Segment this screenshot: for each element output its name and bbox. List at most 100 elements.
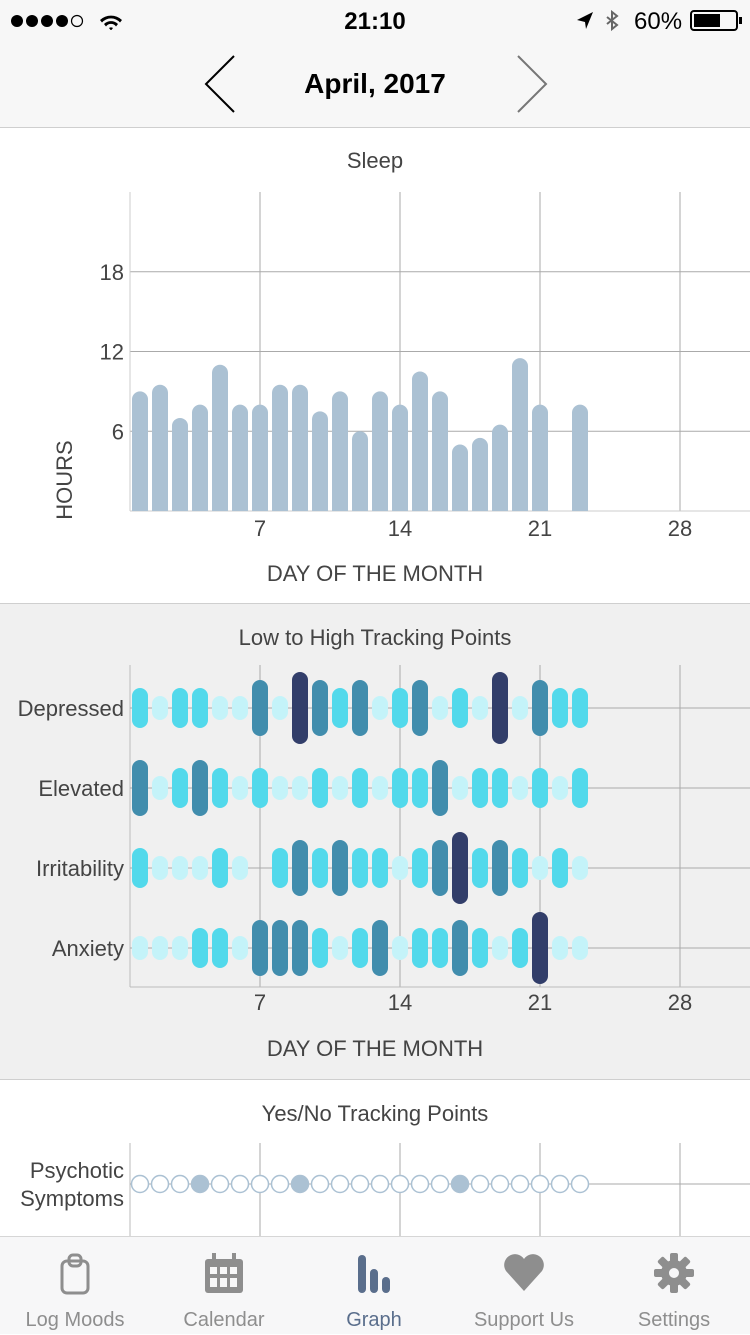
month-title: April, 2017 — [304, 68, 446, 99]
row-label: Anxiety — [52, 936, 124, 961]
sleep-bar — [132, 391, 148, 511]
tracking-point — [292, 840, 308, 896]
tracking-point — [312, 680, 328, 736]
status-bar: 21:10 60% — [0, 0, 750, 40]
tracking-point — [132, 936, 148, 960]
tracking-point — [332, 936, 348, 960]
sleep-bar — [372, 391, 388, 511]
tracking-point — [572, 936, 588, 960]
tracking-point — [412, 680, 428, 736]
sleep-bar — [572, 404, 588, 511]
tracking-point — [212, 848, 228, 888]
no-point — [230, 1174, 250, 1194]
tracking-point — [512, 776, 528, 800]
sleep-bar — [252, 404, 268, 511]
tracking-chart: 7 14 21 28 Depressed Elevated Irritability Anxi… — [18, 665, 750, 1061]
tracking-section: Low to High Tracking Points 7 14 21 28 Depre… — [0, 604, 750, 1080]
tracking-point — [472, 848, 488, 888]
tab-label: Log Moods — [25, 1309, 125, 1331]
sleep-bar — [352, 431, 368, 511]
y-tick-label: 12 — [100, 340, 124, 365]
tracking-point — [272, 696, 288, 720]
tracking-point — [172, 936, 188, 960]
tab-support-us[interactable]: Support Us — [449, 1237, 599, 1335]
row-label: Elevated — [38, 776, 124, 801]
sleep-bar — [272, 384, 288, 511]
yes-point — [450, 1174, 470, 1194]
tracking-point — [432, 840, 448, 896]
tracking-point — [452, 776, 468, 800]
tab-graph[interactable]: Graph — [299, 1237, 449, 1335]
tab-label: Graph — [346, 1309, 402, 1331]
tab-settings[interactable]: Settings — [599, 1237, 749, 1335]
y-tick-label: 18 — [100, 260, 124, 285]
tracking-point — [452, 832, 468, 904]
tracking-point — [172, 768, 188, 808]
sleep-bar — [452, 444, 468, 511]
tracking-point — [152, 856, 168, 880]
tracking-point — [152, 776, 168, 800]
tracking-point — [472, 928, 488, 968]
no-point — [350, 1174, 370, 1194]
x-tick-label: 21 — [528, 990, 552, 1015]
no-point — [570, 1174, 590, 1194]
month-navigator: April, 2017 — [0, 40, 750, 128]
yes-point — [290, 1174, 310, 1194]
sleep-bar — [312, 411, 328, 511]
tracking-point — [412, 768, 428, 808]
tracking-point — [352, 680, 368, 736]
gear-icon — [654, 1253, 694, 1293]
tracking-point — [192, 856, 208, 880]
tracking-point — [512, 696, 528, 720]
tracking-point — [132, 848, 148, 888]
sleep-bar — [432, 391, 448, 511]
tab-log-moods[interactable]: Log Moods — [0, 1237, 150, 1335]
tab-calendar[interactable]: Calendar — [149, 1237, 299, 1335]
tracking-point — [212, 928, 228, 968]
tracking-point — [492, 840, 508, 896]
yes-point — [190, 1174, 210, 1194]
battery-percent: 60% — [634, 8, 683, 35]
tracking-point — [252, 920, 268, 976]
chevron-right-icon[interactable] — [512, 54, 552, 114]
no-point — [430, 1174, 450, 1194]
no-point — [410, 1174, 430, 1194]
sleep-bar — [172, 417, 188, 511]
tracking-point — [352, 928, 368, 968]
sleep-bar — [332, 391, 348, 511]
sleep-bar — [152, 384, 168, 511]
tracking-point — [412, 928, 428, 968]
tracking-point — [372, 696, 388, 720]
no-point — [470, 1174, 490, 1194]
tracking-point — [472, 696, 488, 720]
tracking-point — [452, 920, 468, 976]
tracking-point — [552, 688, 568, 728]
no-point — [550, 1174, 570, 1194]
no-point — [510, 1174, 530, 1194]
tracking-point — [232, 696, 248, 720]
no-point — [310, 1174, 330, 1194]
yesno-chart: Psychotic Symptoms — [20, 1143, 750, 1236]
tracking-point — [432, 760, 448, 816]
tracking-point — [392, 856, 408, 880]
tab-label: Support Us — [473, 1309, 575, 1331]
tracking-point — [532, 680, 548, 736]
tracking-point — [332, 776, 348, 800]
tracking-point — [532, 912, 548, 984]
tracking-point — [432, 928, 448, 968]
tab-label: Settings — [637, 1309, 711, 1331]
sleep-bar — [412, 371, 428, 511]
tracking-point — [192, 928, 208, 968]
tracking-point — [272, 776, 288, 800]
no-point — [390, 1174, 410, 1194]
x-axis-label: DAY OF THE MONTH — [267, 561, 483, 586]
tracking-point — [132, 760, 148, 816]
tracking-point — [272, 848, 288, 888]
tracking-point — [572, 688, 588, 728]
tracking-point — [392, 936, 408, 960]
heart-icon — [504, 1254, 544, 1291]
sleep-bar — [472, 437, 488, 511]
x-tick-label: 7 — [254, 516, 266, 541]
tracking-point — [152, 936, 168, 960]
bar-graph-icon — [358, 1255, 390, 1293]
